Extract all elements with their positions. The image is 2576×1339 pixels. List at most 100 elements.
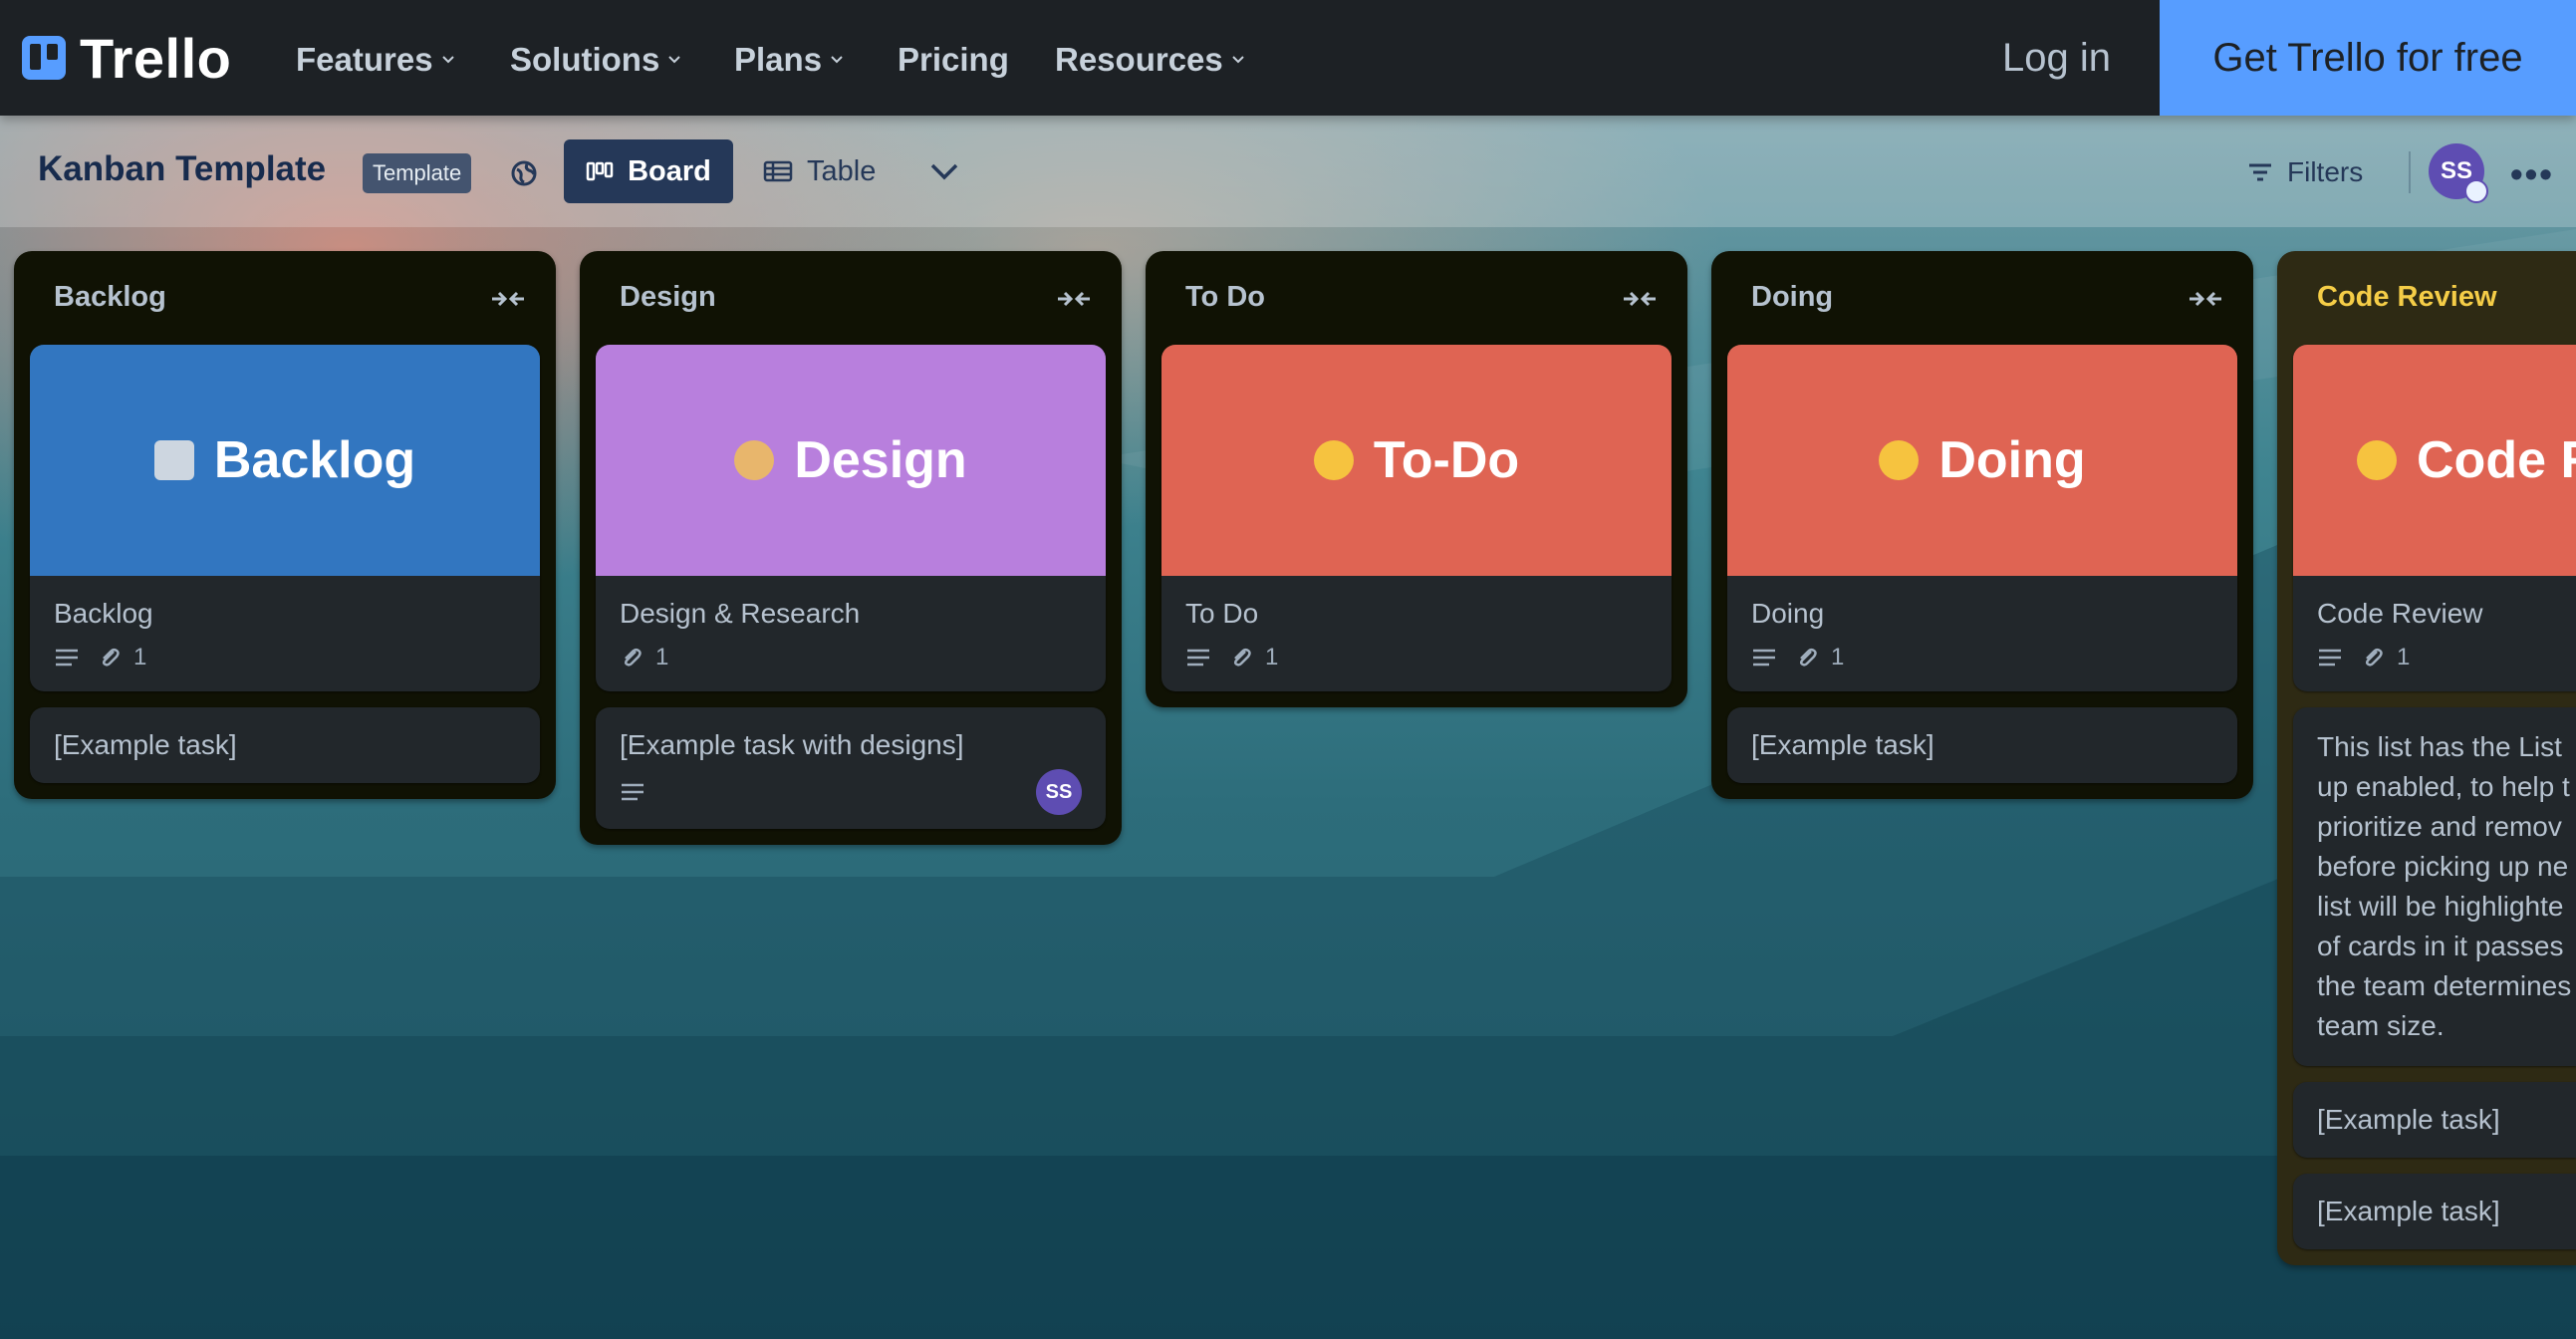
card-cover-text: Code R: [2417, 431, 2576, 489]
card-cover-text: Design: [794, 431, 967, 489]
chevron-down-icon: [1232, 56, 1244, 64]
admin-badge-icon: [2464, 179, 2488, 203]
card-cover-text: Backlog: [213, 431, 416, 489]
table-view-button[interactable]: Table: [763, 139, 876, 203]
list-header: Code Review: [2277, 251, 2576, 345]
board-view-button[interactable]: Board: [564, 139, 733, 203]
list-header: Doing: [1711, 251, 2253, 345]
attachment-count: 1: [655, 644, 669, 670]
description-icon: [622, 783, 644, 801]
list-card[interactable]: [Example task]: [1727, 707, 2237, 783]
collapse-list-icon[interactable]: [1056, 285, 1092, 313]
attachment-count: 1: [133, 644, 147, 670]
collapse-list-icon[interactable]: [490, 285, 526, 313]
chevron-down-icon: [831, 56, 843, 64]
attachment-icon: [1233, 648, 1251, 667]
card-cover: Design: [596, 345, 1106, 576]
card-title: [Example task with designs]: [620, 729, 964, 760]
nerd-face-icon: [1879, 440, 1920, 480]
description-icon: [56, 649, 78, 667]
list-backlog: Backlog Backlog Backlog 1 [Example task]: [14, 251, 556, 799]
nav-plans[interactable]: Plans: [734, 38, 844, 82]
card-cover-text: Doing: [1938, 431, 2086, 489]
list-card[interactable]: [Example task]: [2293, 1174, 2576, 1249]
nav-plans-label: Plans: [734, 41, 823, 78]
list-card[interactable]: Design Design & Research 1: [596, 345, 1106, 691]
nav-solutions[interactable]: Solutions: [510, 38, 681, 82]
filter-icon: [2249, 163, 2271, 181]
list-title[interactable]: Design: [620, 281, 716, 314]
list-card[interactable]: Code R Code Review 1: [2293, 345, 2576, 691]
card-title: Doing: [1751, 598, 1825, 629]
board-header: Kanban Template Template Board Table Fil…: [0, 116, 2576, 227]
card-badges: 1: [596, 632, 1106, 691]
trello-logo[interactable]: Trello: [22, 26, 231, 90]
list-title[interactable]: Code Review: [2317, 281, 2497, 314]
list-design: Design Design Design & Research 1 [Examp…: [580, 251, 1122, 845]
nav-features[interactable]: Features: [296, 38, 455, 82]
list-title[interactable]: Backlog: [54, 281, 166, 314]
card-badges: 1: [30, 632, 540, 691]
list-card[interactable]: [Example task]: [30, 707, 540, 783]
logo-text: Trello: [80, 26, 232, 90]
chevron-down-icon[interactable]: [924, 151, 964, 191]
thinking-face-icon: [1313, 440, 1354, 480]
attachment-icon: [102, 648, 120, 667]
note-line: the team determines: [2317, 970, 2572, 1001]
collapse-list-icon[interactable]: [2188, 285, 2223, 313]
card-cover-text: To-Do: [1373, 431, 1520, 489]
list-card[interactable]: [Example task with designs] SS: [596, 707, 1106, 829]
card-cover: Doing: [1727, 345, 2237, 576]
list-card[interactable]: This list has the List up enabled, to he…: [2293, 707, 2576, 1066]
collapse-list-icon[interactable]: [1622, 285, 1658, 313]
inbox-tray-icon: [153, 440, 194, 480]
list-to-do: To Do To-Do To Do 1: [1146, 251, 1687, 707]
card-badges: 1: [1727, 632, 2237, 691]
list-doing: Doing Doing Doing 1 [Example task]: [1711, 251, 2253, 799]
attachment-badge: 1: [620, 644, 668, 671]
list-header: Design: [580, 251, 1122, 345]
list-card[interactable]: Backlog Backlog 1: [30, 345, 540, 691]
attachment-count: 1: [1831, 644, 1845, 670]
list-title[interactable]: To Do: [1185, 281, 1265, 314]
login-link[interactable]: Log in: [2002, 30, 2111, 86]
card-cover: Code R: [2293, 345, 2576, 576]
filters-label: Filters: [2287, 156, 2364, 187]
nav-solutions-label: Solutions: [510, 41, 660, 78]
card-member-avatar[interactable]: SS: [1036, 769, 1082, 815]
board-title[interactable]: Kanban Template: [38, 149, 326, 189]
get-trello-free-button[interactable]: Get Trello for free: [2160, 0, 2576, 116]
list-title[interactable]: Doing: [1751, 281, 1833, 314]
list-card[interactable]: Doing Doing 1: [1727, 345, 2237, 691]
board-view-icon: [586, 161, 614, 181]
artist-palette-icon: [734, 440, 775, 480]
note-line: up enabled, to help t: [2317, 771, 2570, 802]
description-icon: [1187, 649, 1209, 667]
card-cover: Backlog: [30, 345, 540, 576]
list-card[interactable]: [Example task]: [2293, 1082, 2576, 1158]
globe-icon[interactable]: [508, 157, 540, 189]
member-avatar[interactable]: SS: [2429, 143, 2488, 203]
nav-features-label: Features: [296, 41, 433, 78]
header-divider: [2409, 151, 2411, 193]
list-card[interactable]: To-Do To Do 1: [1161, 345, 1672, 691]
card-badges: SS: [596, 769, 1106, 829]
description-icon: [1753, 649, 1775, 667]
attachment-badge: 1: [1795, 644, 1844, 671]
template-badge: Template: [363, 153, 472, 193]
nav-pricing-label: Pricing: [898, 41, 1009, 78]
nav-resources-label: Resources: [1055, 41, 1223, 78]
card-badges: 1: [2293, 632, 2576, 691]
more-options-icon[interactable]: •••: [2510, 153, 2554, 195]
chevron-down-icon: [668, 56, 681, 64]
attachment-count: 1: [1265, 644, 1279, 670]
note-line: prioritize and remov: [2317, 811, 2562, 842]
nav-pricing[interactable]: Pricing: [898, 38, 1009, 82]
nav-resources[interactable]: Resources: [1055, 38, 1245, 82]
card-title: Code Review: [2317, 598, 2483, 629]
filters-button[interactable]: Filters: [2247, 151, 2363, 193]
note-line: list will be highlighte: [2317, 891, 2564, 922]
card-title: To Do: [1185, 598, 1259, 629]
card-note: This list has the List up enabled, to he…: [2293, 707, 2576, 1066]
list-header: To Do: [1146, 251, 1687, 345]
